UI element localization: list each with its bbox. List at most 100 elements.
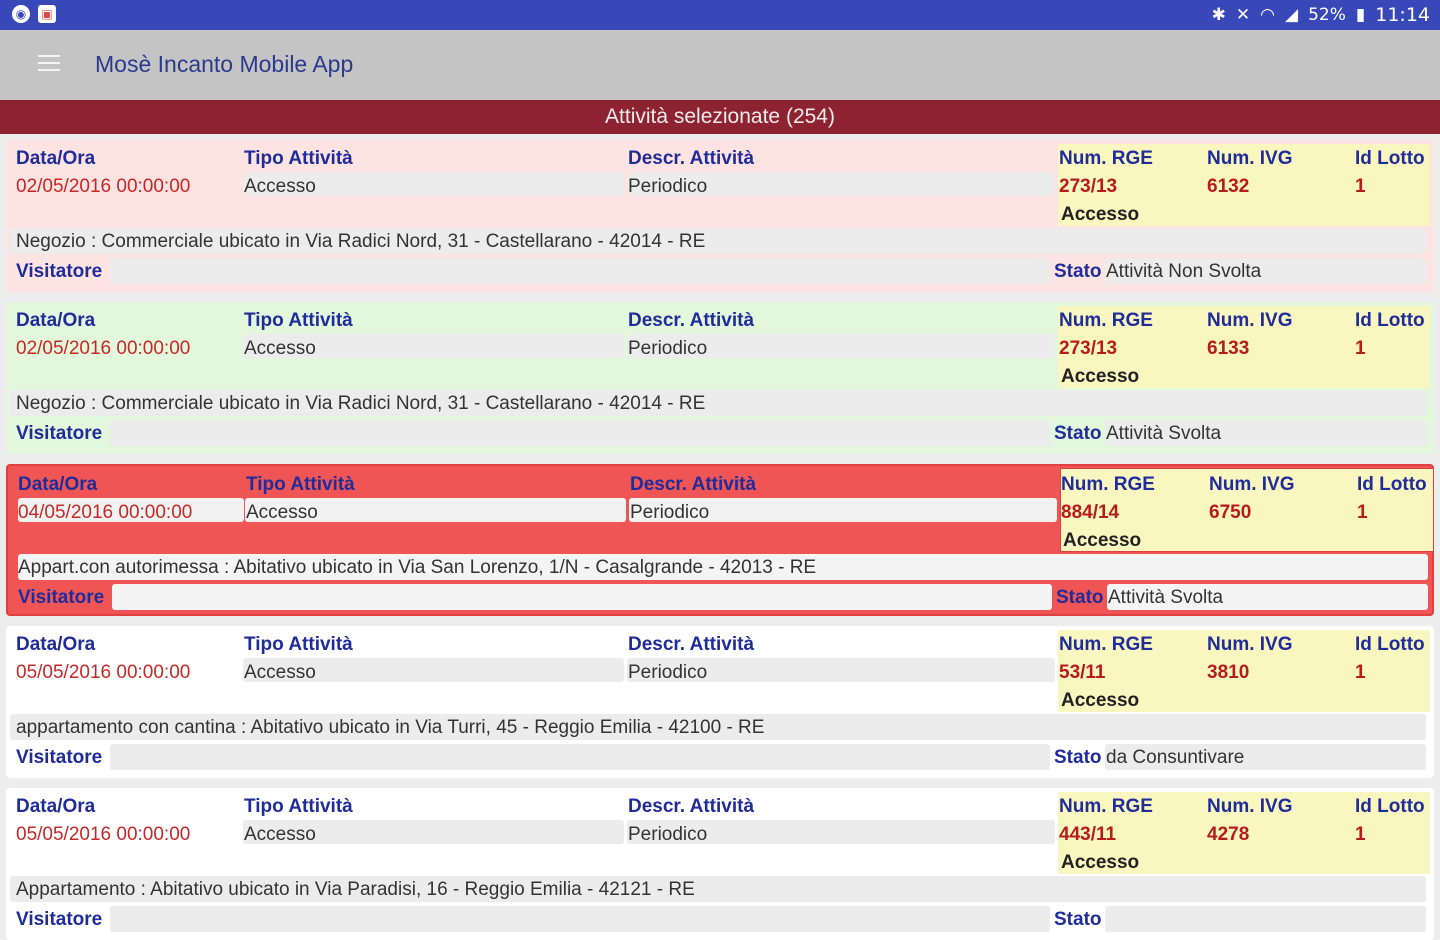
label-visitatore: Visitatore xyxy=(16,747,103,768)
value-descr-attivita: Periodico xyxy=(628,338,708,359)
label-data-ora: Data/Ora xyxy=(16,796,96,817)
label-descr-attivita: Descr. Attività xyxy=(628,796,755,817)
value-tipo-attivita: Accesso xyxy=(244,662,316,683)
value-id-lotto: 1 xyxy=(1355,824,1366,845)
value-num-ivg: 6133 xyxy=(1207,338,1250,359)
description-text: Negozio : Commerciale ubicato in Via Rad… xyxy=(16,231,706,252)
label-data-ora: Data/Ora xyxy=(16,310,96,331)
label-num-rge: Num. RGE xyxy=(1061,474,1155,495)
visitatore-row-bg xyxy=(110,420,1050,446)
value-data-ora: 05/05/2016 00:00:00 xyxy=(16,662,191,683)
label-visitatore: Visitatore xyxy=(18,587,105,608)
value-num-rge: 53/11 xyxy=(1059,662,1106,683)
value-stato: Attività Non Svolta xyxy=(1106,261,1262,282)
value-id-lotto: 1 xyxy=(1355,662,1366,683)
label-num-rge: Num. RGE xyxy=(1059,310,1153,331)
activity-card[interactable]: Data/Ora Tipo Attività Descr. Attività Num.… xyxy=(6,302,1434,454)
value-id-lotto: 1 xyxy=(1355,176,1366,197)
description-text: Appartamento : Abitativo ubicato in Via … xyxy=(16,879,695,900)
label-stato: Stato xyxy=(1054,423,1102,444)
label-num-rge: Num. RGE xyxy=(1059,796,1153,817)
visitatore-row-bg xyxy=(112,584,1052,610)
value-data-ora: 02/05/2016 00:00:00 xyxy=(16,176,191,197)
label-visitatore: Visitatore xyxy=(16,909,103,930)
label-tipo-attivita: Tipo Attività xyxy=(244,310,353,331)
label-id-lotto: Id Lotto xyxy=(1355,148,1425,169)
label-descr-attivita: Descr. Attività xyxy=(628,148,755,169)
wifi-icon: ◠ xyxy=(1260,5,1275,25)
app-bar: Mosè Incanto Mobile App xyxy=(0,30,1440,100)
image-notification-icon: ▣ xyxy=(38,5,56,23)
label-stato: Stato xyxy=(1054,261,1102,282)
value-tipo-attivita: Accesso xyxy=(244,176,316,197)
visitatore-row-bg xyxy=(110,744,1050,770)
status-bar: ◉ ▣ ✱ ✕ ◠ ◢ 52% ▮ 11:14 xyxy=(0,0,1440,30)
value-num-rge: 884/14 xyxy=(1061,502,1120,523)
mute-icon: ✕ xyxy=(1235,5,1251,25)
value-stato: Attività Svolta xyxy=(1106,423,1222,444)
value-descr-attivita: Periodico xyxy=(628,824,708,845)
activity-card[interactable]: Data/Ora Tipo Attività Descr. Attività Num.… xyxy=(6,626,1434,778)
description-text: Appart.con autorimessa : Abitativo ubica… xyxy=(18,557,817,578)
value-num-rge: 443/11 xyxy=(1059,824,1117,845)
value-descr-attivita: Periodico xyxy=(630,502,710,523)
label-id-lotto: Id Lotto xyxy=(1355,310,1425,331)
value-tipo-attivita: Accesso xyxy=(246,502,318,523)
value-rge-sub: Accesso xyxy=(1061,204,1140,225)
label-num-ivg: Num. IVG xyxy=(1209,474,1295,495)
value-data-ora: 04/05/2016 00:00:00 xyxy=(18,502,193,523)
label-tipo-attivita: Tipo Attività xyxy=(246,474,355,495)
label-id-lotto: Id Lotto xyxy=(1355,796,1425,817)
value-stato: Attività Svolta xyxy=(1108,587,1224,608)
visitatore-row-bg xyxy=(110,258,1050,284)
activity-card[interactable]: Data/Ora Tipo Attività Descr. Attività Num.… xyxy=(6,788,1434,940)
label-num-ivg: Num. IVG xyxy=(1207,796,1293,817)
label-tipo-attivita: Tipo Attività xyxy=(244,796,353,817)
description-text: appartamento con cantina : Abitativo ubi… xyxy=(16,717,765,738)
label-num-rge: Num. RGE xyxy=(1059,634,1153,655)
label-data-ora: Data/Ora xyxy=(16,634,96,655)
label-stato: Stato xyxy=(1054,909,1102,930)
app-title: Mosè Incanto Mobile App xyxy=(95,51,354,77)
label-visitatore: Visitatore xyxy=(16,261,103,282)
label-stato: Stato xyxy=(1056,587,1104,608)
value-data-ora: 02/05/2016 00:00:00 xyxy=(16,338,191,359)
hamburger-menu-icon[interactable] xyxy=(38,55,60,73)
value-num-ivg: 4278 xyxy=(1207,824,1250,845)
activity-card[interactable]: Data/Ora Tipo Attività Descr. Attività Num.… xyxy=(6,140,1434,292)
label-id-lotto: Id Lotto xyxy=(1355,634,1425,655)
value-num-ivg: 6132 xyxy=(1207,176,1250,197)
visitatore-row-bg xyxy=(110,906,1050,932)
label-stato: Stato xyxy=(1054,747,1102,768)
value-tipo-attivita: Accesso xyxy=(244,338,316,359)
label-num-ivg: Num. IVG xyxy=(1207,634,1293,655)
label-num-rge: Num. RGE xyxy=(1059,148,1153,169)
bluetooth-icon: ✱ xyxy=(1211,5,1226,25)
section-header: Attività selezionate (254) xyxy=(0,100,1440,134)
value-num-ivg: 3810 xyxy=(1207,662,1250,683)
value-rge-sub: Accesso xyxy=(1061,852,1140,873)
value-id-lotto: 1 xyxy=(1357,502,1368,523)
value-stato: da Consuntivare xyxy=(1106,747,1245,768)
stato-row-bg xyxy=(1105,906,1426,932)
label-data-ora: Data/Ora xyxy=(18,474,98,495)
value-data-ora: 05/05/2016 00:00:00 xyxy=(16,824,191,845)
signal-icon: ◢ xyxy=(1285,5,1299,25)
value-rge-sub: Accesso xyxy=(1063,530,1142,551)
clock: 11:14 xyxy=(1375,4,1430,26)
label-tipo-attivita: Tipo Attività xyxy=(244,148,353,169)
label-num-ivg: Num. IVG xyxy=(1207,148,1293,169)
label-num-ivg: Num. IVG xyxy=(1207,310,1293,331)
value-num-rge: 273/13 xyxy=(1059,338,1118,359)
label-id-lotto: Id Lotto xyxy=(1357,474,1427,495)
value-tipo-attivita: Accesso xyxy=(244,824,316,845)
value-descr-attivita: Periodico xyxy=(628,662,708,683)
label-descr-attivita: Descr. Attività xyxy=(628,634,755,655)
label-descr-attivita: Descr. Attività xyxy=(628,310,755,331)
value-descr-attivita: Periodico xyxy=(628,176,708,197)
battery-icon: ▮ xyxy=(1355,5,1366,25)
value-rge-sub: Accesso xyxy=(1061,690,1140,711)
app-circle-icon: ◉ xyxy=(12,5,30,23)
label-descr-attivita: Descr. Attività xyxy=(630,474,757,495)
activity-card[interactable]: Data/Ora Tipo Attività Descr. Attività Num.… xyxy=(6,464,1434,616)
